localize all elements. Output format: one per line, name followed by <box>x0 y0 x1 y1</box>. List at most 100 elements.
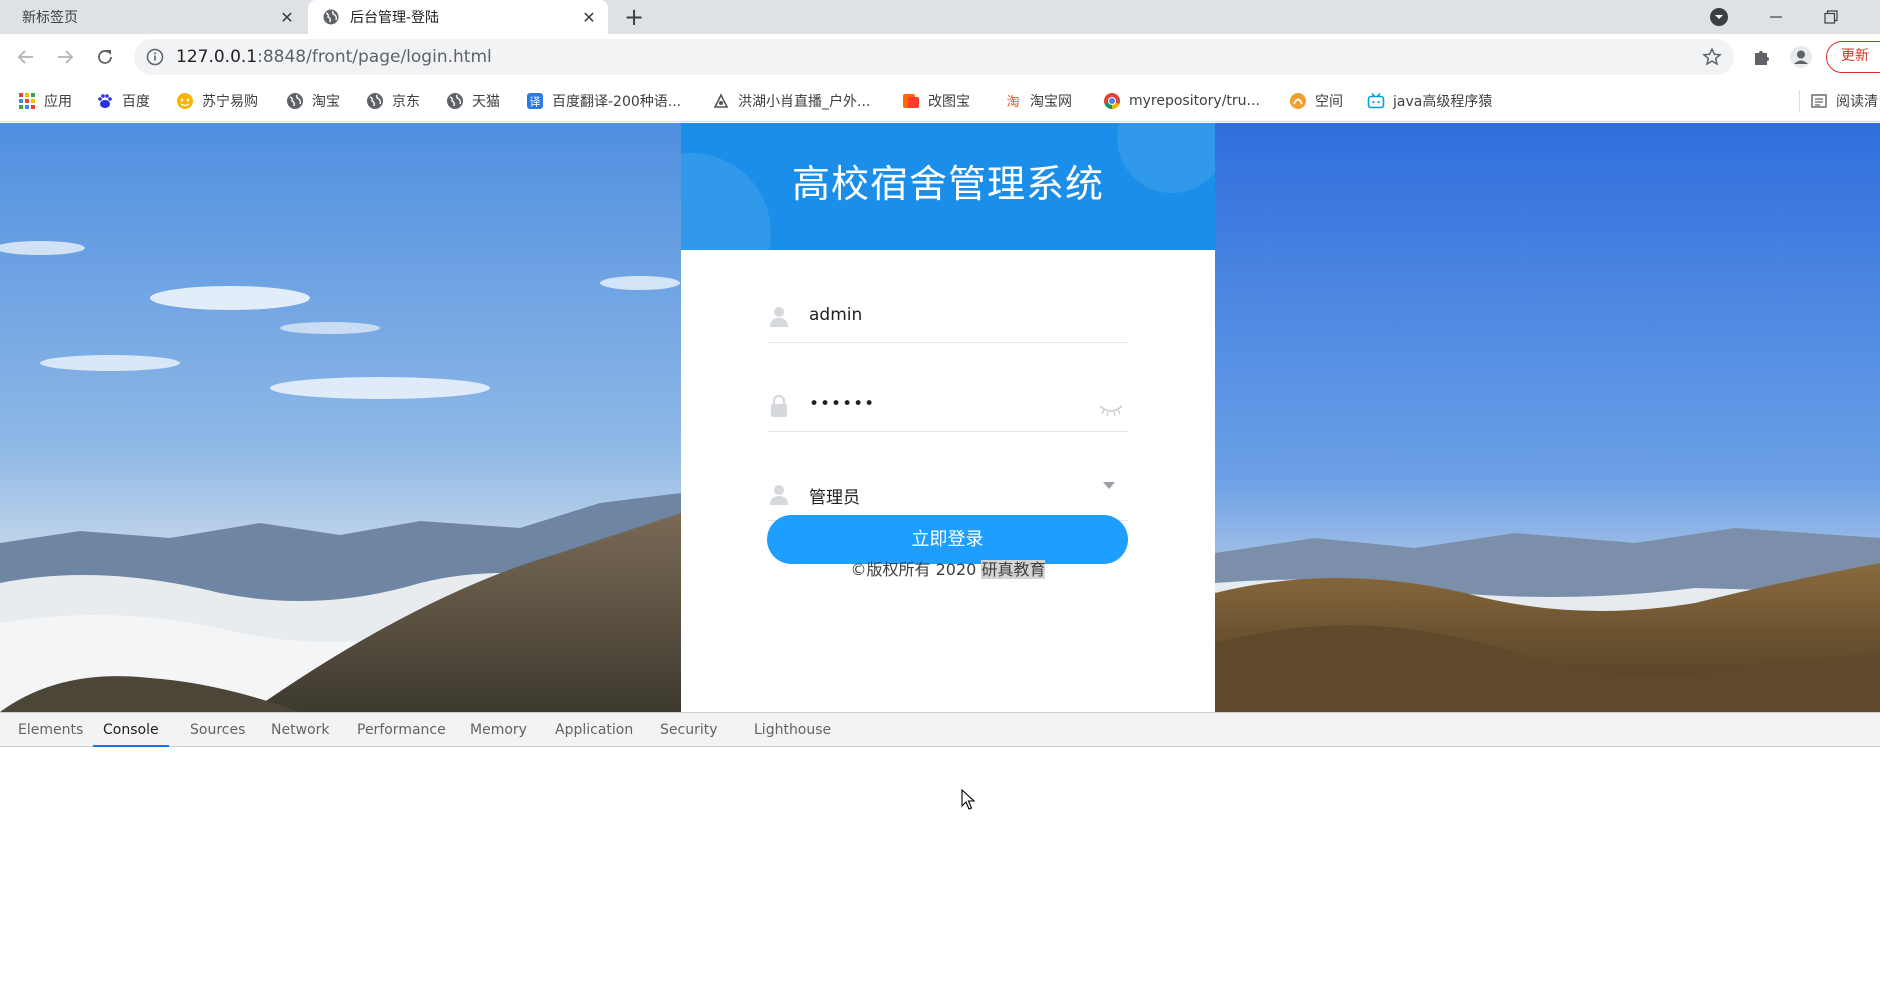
bookmark-qzone[interactable]: 空间 <box>1289 90 1343 112</box>
restore-button[interactable] <box>1808 0 1854 34</box>
info-icon[interactable] <box>146 48 164 66</box>
role-select[interactable]: 管理员 <box>768 461 1128 521</box>
devtools-tab-elements[interactable]: Elements <box>8 713 93 747</box>
globe-icon <box>366 92 384 110</box>
close-icon[interactable]: ✕ <box>580 8 598 27</box>
arrow-left-icon <box>17 50 33 64</box>
bookmark-gaitubao[interactable]: 改图宝 <box>902 90 970 112</box>
bookmark-taobao-net[interactable]: 淘 淘宝网 <box>1004 90 1072 112</box>
bookmark-baidu-translate[interactable]: 译 百度翻译-200种语... <box>526 90 681 112</box>
devtools-tab-network[interactable]: Network <box>261 713 339 747</box>
password-field[interactable]: •••••• <box>768 372 1128 432</box>
devtools-tab-lighthouse[interactable]: Lighthouse <box>744 713 841 747</box>
bilibili-icon <box>1367 92 1385 110</box>
bookmark-label: 空间 <box>1315 94 1343 110</box>
bookmark-jd[interactable]: 京东 <box>366 90 420 112</box>
url-host: 127.0.0.1 <box>176 47 258 67</box>
bookmark-live[interactable]: 洪湖小肖直播_户外... <box>712 90 870 112</box>
username-value: admin <box>809 305 863 325</box>
translate-icon: 译 <box>526 92 544 110</box>
bookmark-myrepository[interactable]: myrepository/tru... <box>1103 90 1260 112</box>
bookmark-label: 应用 <box>44 94 72 110</box>
bookmark-label: myrepository/tru... <box>1129 93 1260 109</box>
devtools-tab-performance[interactable]: Performance <box>347 713 456 747</box>
new-tab-button[interactable]: + <box>620 4 648 32</box>
minimize-icon <box>1770 16 1782 18</box>
bookmark-label: 天猫 <box>472 94 500 110</box>
forward-button[interactable] <box>51 43 79 71</box>
address-bar[interactable]: 127.0.0.1:8848/front/page/login.html <box>134 39 1734 75</box>
devtools-tab-security[interactable]: Security <box>650 713 728 747</box>
bookmark-label: java高级程序猿 <box>1393 94 1493 110</box>
user-icon <box>770 307 788 327</box>
reading-list-icon <box>1810 92 1828 110</box>
bookmark-label: 改图宝 <box>928 94 970 110</box>
mountain-landscape-background-right <box>1215 123 1880 712</box>
login-card-header: 高校宿舍管理系统 <box>681 123 1215 250</box>
tab-search-button[interactable] <box>1696 0 1742 34</box>
bookmark-java[interactable]: java高级程序猿 <box>1367 90 1492 112</box>
avatar-icon <box>1790 46 1812 68</box>
svg-text:淘: 淘 <box>1006 95 1019 110</box>
bookmark-reading-list[interactable]: 阅读清 <box>1810 90 1878 112</box>
console-output[interactable] <box>0 748 1880 981</box>
tab-new-tab[interactable]: 新标签页 ✕ <box>0 0 306 34</box>
devtools-tab-sources[interactable]: Sources <box>180 713 255 747</box>
user-icon <box>770 485 788 505</box>
back-button[interactable] <box>12 43 40 71</box>
update-button[interactable]: 更新 <box>1826 41 1880 73</box>
svg-text:译: 译 <box>530 96 541 109</box>
bookmark-label: 苏宁易购 <box>202 94 258 110</box>
bookmark-label: 百度 <box>122 94 150 110</box>
minimize-button[interactable] <box>1753 0 1799 34</box>
devtools-tab-application[interactable]: Application <box>545 713 643 747</box>
reload-button[interactable] <box>91 43 119 71</box>
star-icon[interactable] <box>1702 47 1722 67</box>
url-path: :8848/front/page/login.html <box>257 47 492 67</box>
restore-icon <box>1824 10 1838 24</box>
bookmark-baidu[interactable]: 百度 <box>96 90 150 112</box>
page-viewport: 高校宿舍管理系统 admin •••••• 管理员 立即登录 ©版权所有 202… <box>0 123 1880 712</box>
bookmark-label: 百度翻译-200种语... <box>552 94 682 110</box>
image-edit-icon <box>902 92 920 110</box>
mountain-landscape-background-left <box>0 123 681 712</box>
bookmark-label: 洪湖小肖直播_户外... <box>738 94 871 110</box>
browser-toolbar: 127.0.0.1:8848/front/page/login.html 更新 <box>0 34 1880 80</box>
bookmark-tmall[interactable]: 天猫 <box>446 90 500 112</box>
mouse-cursor-icon <box>961 789 975 810</box>
bookmark-apps[interactable]: 应用 <box>18 90 72 112</box>
username-field[interactable]: admin <box>768 283 1128 343</box>
page-title: 高校宿舍管理系统 <box>791 162 1104 206</box>
baidu-paw-icon <box>96 92 114 110</box>
bookmark-label: 京东 <box>392 94 420 110</box>
url-text[interactable]: 127.0.0.1:8848/front/page/login.html <box>176 47 492 67</box>
eye-closed-icon[interactable] <box>1098 402 1124 418</box>
suning-icon <box>176 92 194 110</box>
apps-grid-icon <box>18 92 36 110</box>
globe-icon <box>446 92 464 110</box>
puzzle-icon <box>1755 51 1769 65</box>
live-icon <box>712 92 730 110</box>
taobao-icon: 淘 <box>1004 92 1022 110</box>
bookmark-label: 淘宝网 <box>1030 94 1072 110</box>
copyright-text: ©版权所有 2020 研真教育 <box>681 556 1215 580</box>
bookmark-suning[interactable]: 苏宁易购 <box>176 90 258 112</box>
close-icon[interactable]: ✕ <box>278 8 296 27</box>
profile-button[interactable] <box>1787 43 1815 71</box>
reload-icon <box>98 50 112 64</box>
globe-icon <box>286 92 304 110</box>
bookmark-label: 阅读清 <box>1836 94 1878 110</box>
devtools-tab-console[interactable]: Console <box>93 713 169 747</box>
devtools-tab-memory[interactable]: Memory <box>460 713 537 747</box>
tab-login[interactable]: 后台管理-登陆 ✕ <box>308 0 608 34</box>
role-value: 管理员 <box>809 488 860 508</box>
chrome-icon <box>1103 92 1121 110</box>
chevron-down-icon[interactable] <box>1102 481 1116 491</box>
tab-strip: 新标签页 ✕ 后台管理-登陆 ✕ + <box>0 0 1880 34</box>
extensions-button[interactable] <box>1748 43 1776 71</box>
chevron-down-circle-icon <box>1710 8 1728 26</box>
lock-icon <box>771 394 787 417</box>
arrow-right-icon <box>58 50 74 64</box>
bookmark-taobao[interactable]: 淘宝 <box>286 90 340 112</box>
qzone-icon <box>1289 92 1307 110</box>
